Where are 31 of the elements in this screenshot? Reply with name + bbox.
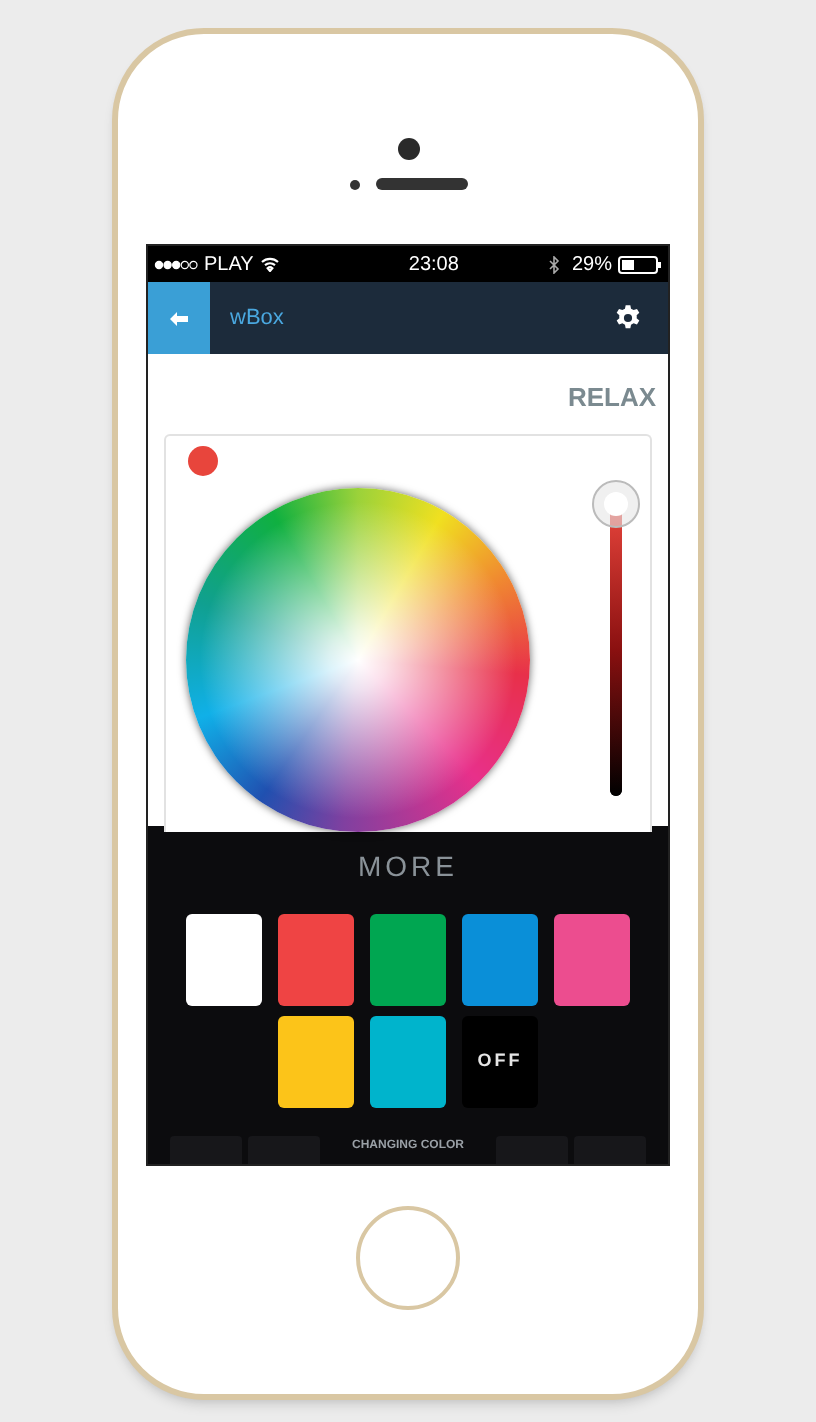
color-swatch[interactable] [278,914,354,1006]
color-swatch[interactable] [278,1016,354,1108]
back-button[interactable] [148,282,210,354]
settings-icon [614,304,642,332]
bottom-tab[interactable] [170,1136,242,1164]
speaker-icon [375,178,467,190]
signal-icon [154,259,198,269]
color-swatch[interactable] [370,1016,446,1108]
color-swatch[interactable] [186,914,262,1006]
battery-percent: 29% [571,251,612,279]
settings-button[interactable] [612,302,644,334]
wifi-icon [259,256,280,272]
camera-icon [397,138,419,160]
app-title: wBox [230,303,284,334]
status-time: 23:08 [408,251,459,279]
carrier-name: PLAY [204,251,254,279]
battery-icon [617,255,662,273]
color-swatch[interactable] [554,914,630,1006]
bluetooth-icon [547,255,560,273]
bottom-tab[interactable] [496,1136,568,1164]
back-arrow-icon [170,311,188,325]
mode-title: RELAX [567,380,656,416]
more-title: MORE [358,848,458,886]
sensor-icon [349,179,359,189]
slider-thumb[interactable] [592,480,640,528]
home-button[interactable] [356,1206,460,1310]
bottom-tab[interactable] [574,1136,646,1164]
color-swatch[interactable] [462,914,538,1006]
color-swatch[interactable] [370,914,446,1006]
bottom-tab[interactable] [248,1136,320,1164]
off-button[interactable]: OFF [462,1016,538,1108]
